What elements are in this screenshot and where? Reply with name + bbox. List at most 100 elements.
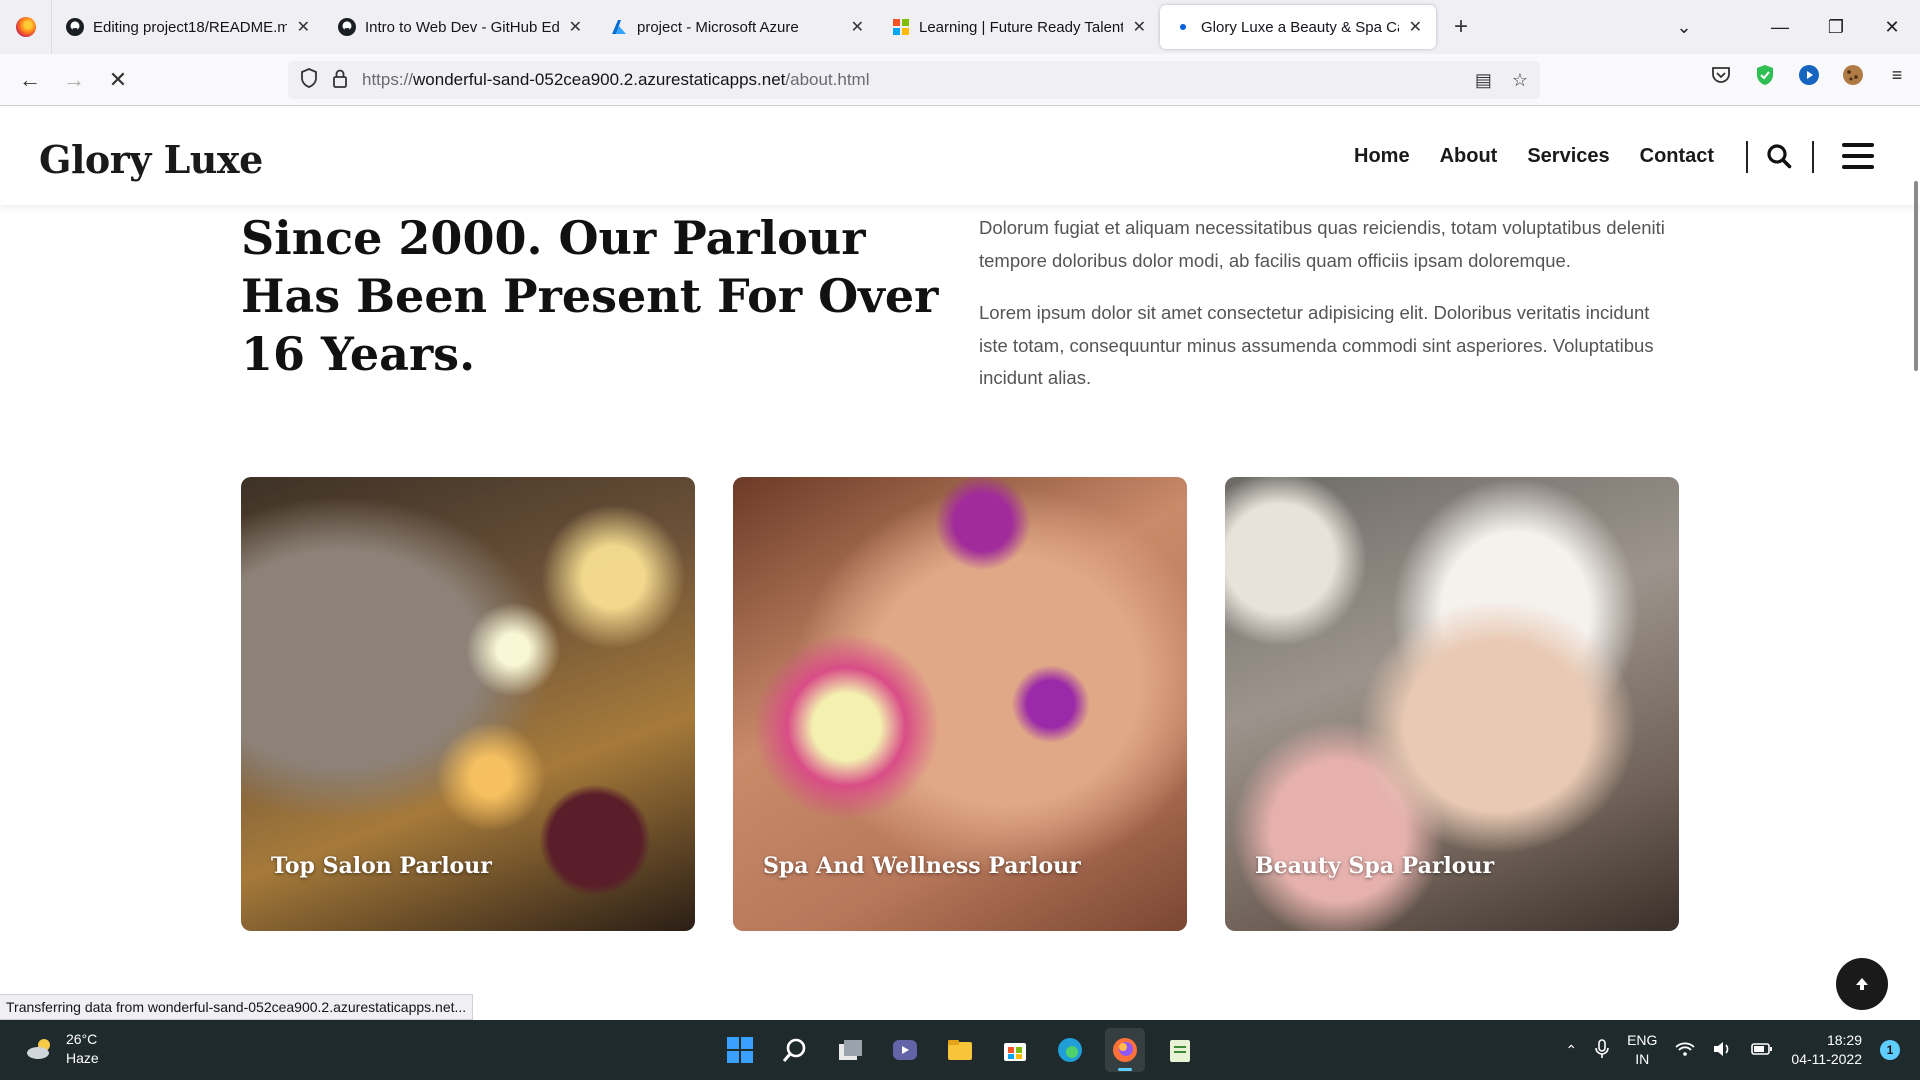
window-close-button[interactable]: ✕ <box>1864 0 1920 54</box>
main-menu: Home About Services Contact <box>1354 145 1714 168</box>
arrow-up-icon <box>1856 978 1868 990</box>
taskbar-apps <box>720 1028 1200 1072</box>
site-header: Glory Luxe Home About Services Contact <box>0 107 1920 205</box>
battery-icon[interactable] <box>1751 1042 1773 1059</box>
browser-tab-bar: Editing project18/README.md ✕ Intro to W… <box>0 0 1920 54</box>
divider <box>1812 141 1814 173</box>
date: 04-11-2022 <box>1791 1051 1862 1067</box>
github-icon <box>66 18 84 36</box>
url-text[interactable]: https://wonderful-sand-052cea900.2.azure… <box>362 70 870 90</box>
close-icon[interactable]: ✕ <box>559 17 582 37</box>
stop-loading-icon[interactable]: ✕ <box>96 60 140 100</box>
card-title: Spa And Wellness Parlour <box>763 853 1081 879</box>
back-arrow-icon[interactable]: ← <box>8 60 52 100</box>
task-view-icon[interactable] <box>830 1028 870 1072</box>
adblock-shield-icon[interactable] <box>1752 62 1778 88</box>
close-icon[interactable]: ✕ <box>287 17 310 37</box>
weather-widget[interactable]: 26°C Haze <box>24 1030 99 1068</box>
app-menu-icon[interactable]: ≡ <box>1884 62 1910 88</box>
azure-icon <box>610 18 628 36</box>
brand-logo[interactable]: Glory Luxe <box>39 137 263 182</box>
url-host: wonderful-sand-052cea900.2.azurestaticap… <box>413 70 786 89</box>
chevron-up-icon[interactable]: ⌃ <box>1565 1042 1577 1059</box>
reader-view-icon[interactable]: ▤ <box>1475 70 1492 91</box>
time: 18:29 <box>1826 1032 1862 1048</box>
volume-icon[interactable] <box>1713 1041 1733 1060</box>
divider <box>1746 141 1748 173</box>
card-title: Top Salon Parlour <box>271 853 492 879</box>
browser-nav-bar: ← → ✕ https://wonderful-sand-052cea900.2… <box>0 54 1920 106</box>
bookmark-star-icon[interactable]: ☆ <box>1512 70 1528 91</box>
notepad-app-icon[interactable] <box>1160 1028 1200 1072</box>
url-scheme: https:// <box>362 70 414 89</box>
tab-azure-project[interactable]: project - Microsoft Azure ✕ <box>596 0 878 54</box>
list-all-tabs-icon[interactable]: ⌄ <box>1656 0 1712 54</box>
address-bar[interactable]: https://wonderful-sand-052cea900.2.azure… <box>288 61 1540 99</box>
about-headline: Since 2000. Our Parlour Has Been Present… <box>241 211 939 381</box>
card-title: Beauty Spa Parlour <box>1255 853 1495 879</box>
file-explorer-icon[interactable] <box>940 1028 980 1072</box>
tab-title: Editing project18/README.md <box>93 18 287 36</box>
learning-icon <box>892 18 910 36</box>
tab-learning[interactable]: Learning | Future Ready Talent ✕ <box>878 0 1160 54</box>
region-code: IN <box>1635 1051 1650 1067</box>
lock-icon[interactable] <box>332 68 348 93</box>
weather-condition: Haze <box>66 1050 99 1066</box>
tab-glory-luxe[interactable]: Glory Luxe a Beauty & Spa Cate ✕ <box>1160 5 1436 49</box>
shield-icon[interactable] <box>300 67 318 93</box>
new-tab-button[interactable]: + <box>1436 13 1486 41</box>
hamburger-menu-icon[interactable] <box>1842 143 1874 169</box>
github-icon <box>338 18 356 36</box>
notification-badge[interactable]: 1 <box>1880 1040 1900 1060</box>
tab-title: Intro to Web Dev - GitHub Educ <box>365 18 559 36</box>
weather-haze-icon <box>27 1039 50 1059</box>
cookie-icon[interactable] <box>1840 62 1866 88</box>
about-paragraph: Dolorum fugiat et aliquam necessitatibus… <box>979 217 1665 271</box>
teams-chat-icon[interactable] <box>885 1028 925 1072</box>
microphone-icon[interactable] <box>1595 1038 1609 1062</box>
microsoft-store-icon[interactable] <box>995 1028 1035 1072</box>
tab-title: Learning | Future Ready Talent <box>919 18 1123 36</box>
search-icon[interactable] <box>1766 143 1794 171</box>
close-icon[interactable]: ✕ <box>841 17 864 37</box>
page-viewport: Glory Luxe Home About Services Contact S… <box>0 107 1920 1020</box>
firefox-logo-icon <box>15 17 36 37</box>
close-icon[interactable]: ✕ <box>1399 17 1422 37</box>
firefox-taskbar-icon[interactable] <box>1105 1028 1145 1072</box>
card-spa-wellness[interactable]: Spa And Wellness Parlour <box>733 477 1187 931</box>
temperature: 26°C <box>66 1031 98 1047</box>
services-cards: Top Salon Parlour Spa And Wellness Parlo… <box>241 477 1679 931</box>
url-path: /about.html <box>785 70 870 89</box>
about-paragraph: Lorem ipsum dolor sit amet consectetur a… <box>979 302 1654 388</box>
wifi-icon[interactable] <box>1675 1041 1696 1060</box>
back-to-top-button[interactable] <box>1836 958 1888 1010</box>
start-windows-icon[interactable] <box>720 1028 760 1072</box>
status-bar: Transferring data from wonderful-sand-05… <box>0 994 474 1020</box>
tab-intro-web-dev[interactable]: Intro to Web Dev - GitHub Educ ✕ <box>324 0 596 54</box>
system-tray: ⌃ ENG IN 18:29 04-11-2022 1 <box>1565 1020 1900 1080</box>
edge-browser-icon[interactable] <box>1050 1028 1090 1072</box>
menu-home[interactable]: Home <box>1354 145 1410 168</box>
tab-title: Glory Luxe a Beauty & Spa Cate <box>1201 18 1399 36</box>
language-code: ENG <box>1627 1032 1658 1048</box>
scrollbar[interactable] <box>1914 181 1918 371</box>
clock[interactable]: 18:29 04-11-2022 <box>1791 1031 1862 1069</box>
menu-contact[interactable]: Contact <box>1640 145 1714 168</box>
menu-services[interactable]: Services <box>1527 145 1609 168</box>
pocket-icon[interactable] <box>1708 62 1734 88</box>
card-beauty-spa[interactable]: Beauty Spa Parlour <box>1225 477 1679 931</box>
taskbar: 26°C Haze ⌃ ENG IN 18:29 04-11-2022 1 <box>0 1020 1920 1080</box>
tab-title: project - Microsoft Azure <box>637 18 799 36</box>
close-icon[interactable]: ✕ <box>1123 17 1146 37</box>
language-indicator[interactable]: ENG IN <box>1627 1031 1657 1069</box>
firefox-menu-button[interactable] <box>0 0 52 54</box>
extension-icon[interactable] <box>1796 62 1822 88</box>
search-icon[interactable] <box>775 1028 815 1072</box>
tab-editing-readme[interactable]: Editing project18/README.md ✕ <box>52 0 324 54</box>
menu-about[interactable]: About <box>1440 145 1498 168</box>
minimize-button[interactable]: — <box>1752 0 1808 54</box>
card-top-salon[interactable]: Top Salon Parlour <box>241 477 695 931</box>
loading-dot-icon <box>1174 18 1192 36</box>
restore-button[interactable]: ❐ <box>1808 0 1864 54</box>
forward-arrow-icon[interactable]: → <box>52 60 96 100</box>
